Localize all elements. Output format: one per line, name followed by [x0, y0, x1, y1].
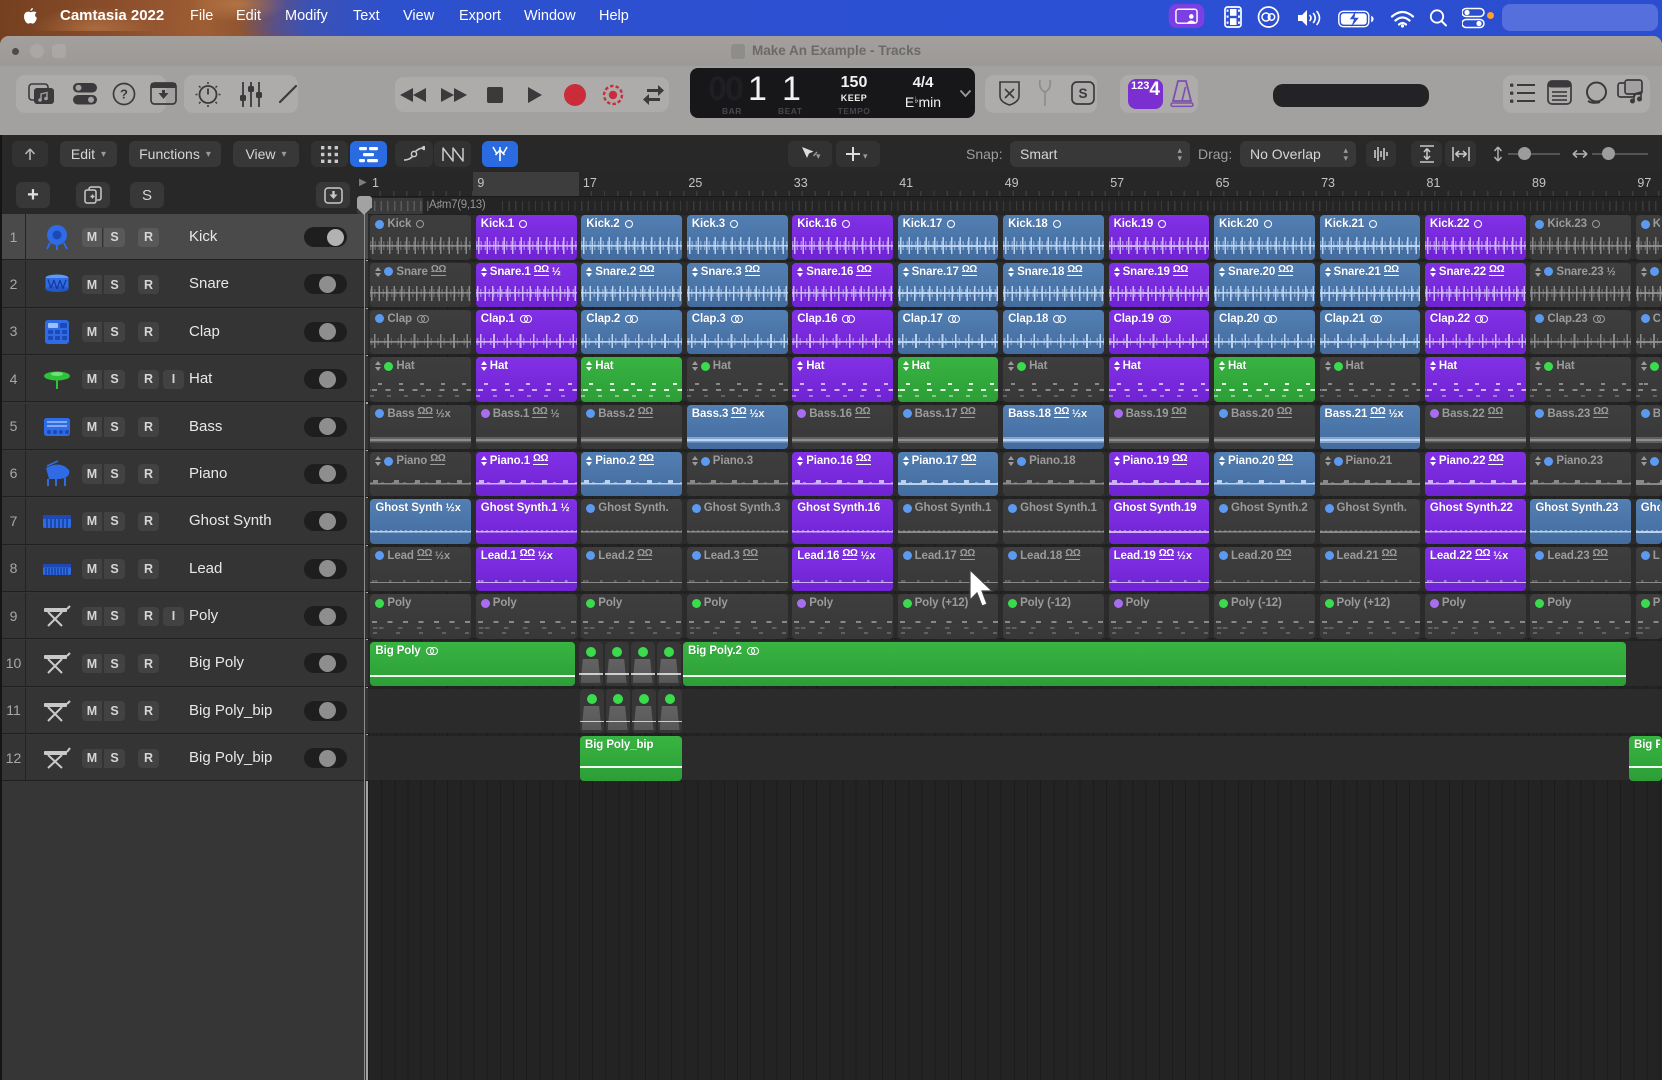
svg-text:S: S: [1078, 86, 1087, 101]
svg-text:?: ?: [120, 87, 128, 102]
svg-text:▾: ▾: [863, 151, 868, 161]
svg-text:▾: ▾: [816, 151, 821, 161]
